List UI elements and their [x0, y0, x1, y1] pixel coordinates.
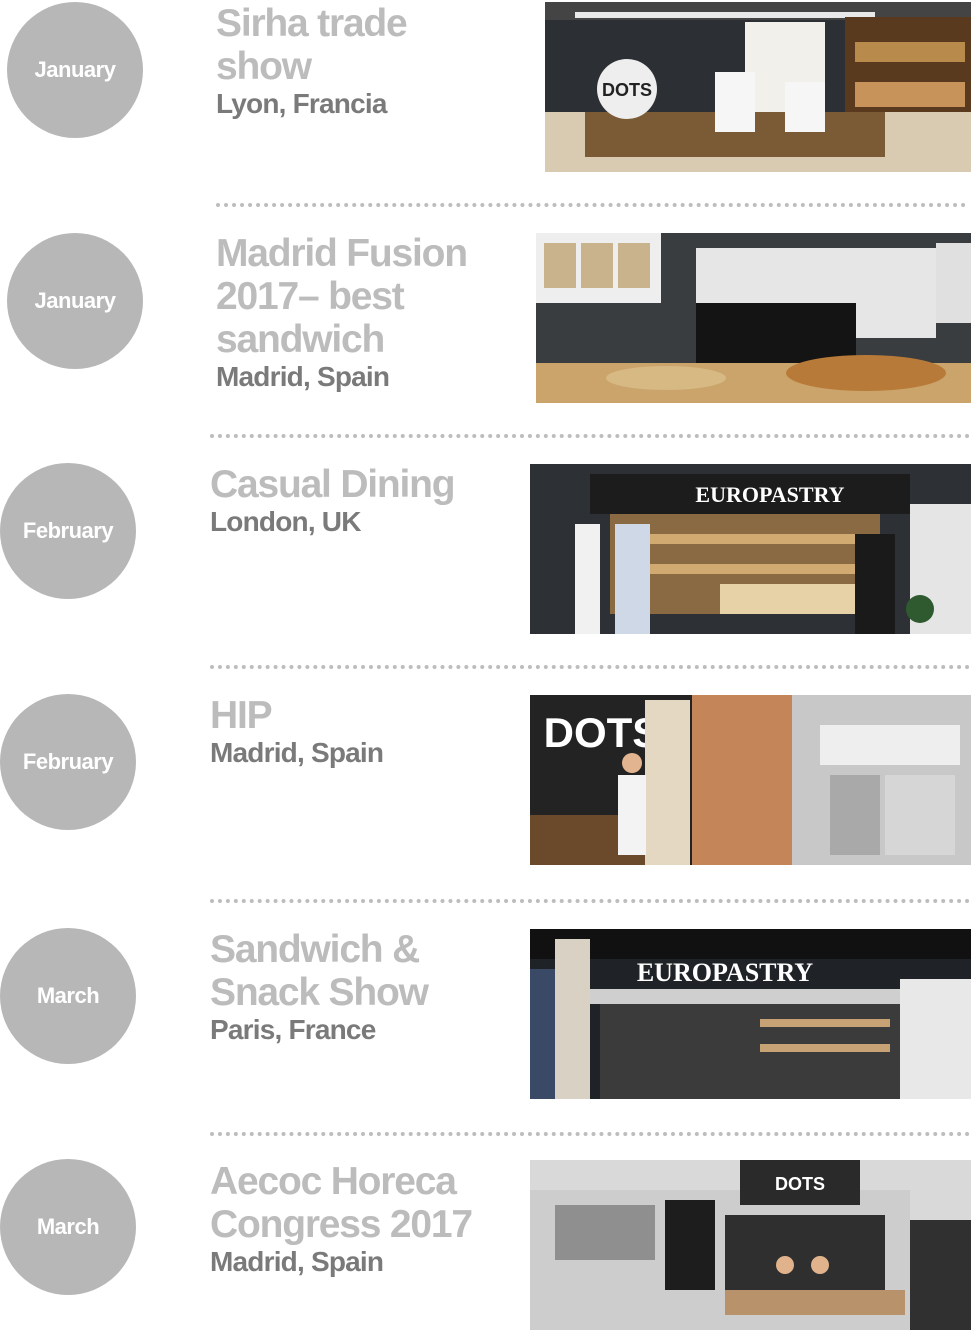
sandwich-booth-photo: [536, 233, 971, 403]
sign-text: EUROPASTRY: [695, 482, 844, 507]
event-title: Sandwich & Snack Show: [210, 928, 429, 1014]
trade-show-booth-photo: DOTS: [545, 2, 971, 172]
month-label: January: [34, 57, 116, 82]
month-badge: January: [7, 2, 143, 138]
event-location: Lyon, Francia: [216, 88, 387, 119]
month-label: February: [22, 518, 114, 543]
event-location: Madrid, Spain: [216, 361, 390, 392]
event-title: Casual Dining: [210, 463, 456, 506]
event-title: Aecoc Horeca Congress 2017: [210, 1160, 473, 1246]
event-title: Madrid Fusion 2017– best sandwich: [216, 232, 468, 361]
month-badge: March: [0, 928, 136, 1064]
bakery-stand-photo: EUROPASTRY: [530, 464, 971, 634]
event-title: HIP: [210, 694, 273, 737]
month-badge: January: [7, 233, 143, 369]
divider: [216, 203, 966, 207]
europastry-booth-photo: EUROPASTRY: [530, 929, 971, 1099]
sign-text: DOTS: [775, 1174, 825, 1194]
month-badge: February: [0, 463, 136, 599]
divider: [210, 899, 970, 903]
month-label: March: [36, 1214, 100, 1239]
sign-text: DOTS: [544, 709, 661, 756]
month-label: March: [36, 983, 100, 1008]
month-badge: February: [0, 694, 136, 830]
food-truck-photo: DOTS: [530, 1160, 971, 1330]
divider: [210, 434, 970, 438]
event-location: Madrid, Spain: [210, 1246, 384, 1277]
month-label: February: [22, 749, 114, 774]
divider: [210, 1132, 970, 1136]
sign-text: DOTS: [602, 80, 652, 100]
dots-stand-van-photo: DOTS: [530, 695, 971, 865]
sign-text: EUROPASTRY: [637, 958, 814, 987]
event-title: Sirha trade show: [216, 2, 408, 88]
event-location: Paris, France: [210, 1014, 376, 1045]
event-location: Madrid, Spain: [210, 737, 384, 768]
event-location: London, UK: [210, 506, 361, 537]
month-badge: March: [0, 1159, 136, 1295]
divider: [210, 665, 970, 669]
month-label: January: [34, 288, 116, 313]
